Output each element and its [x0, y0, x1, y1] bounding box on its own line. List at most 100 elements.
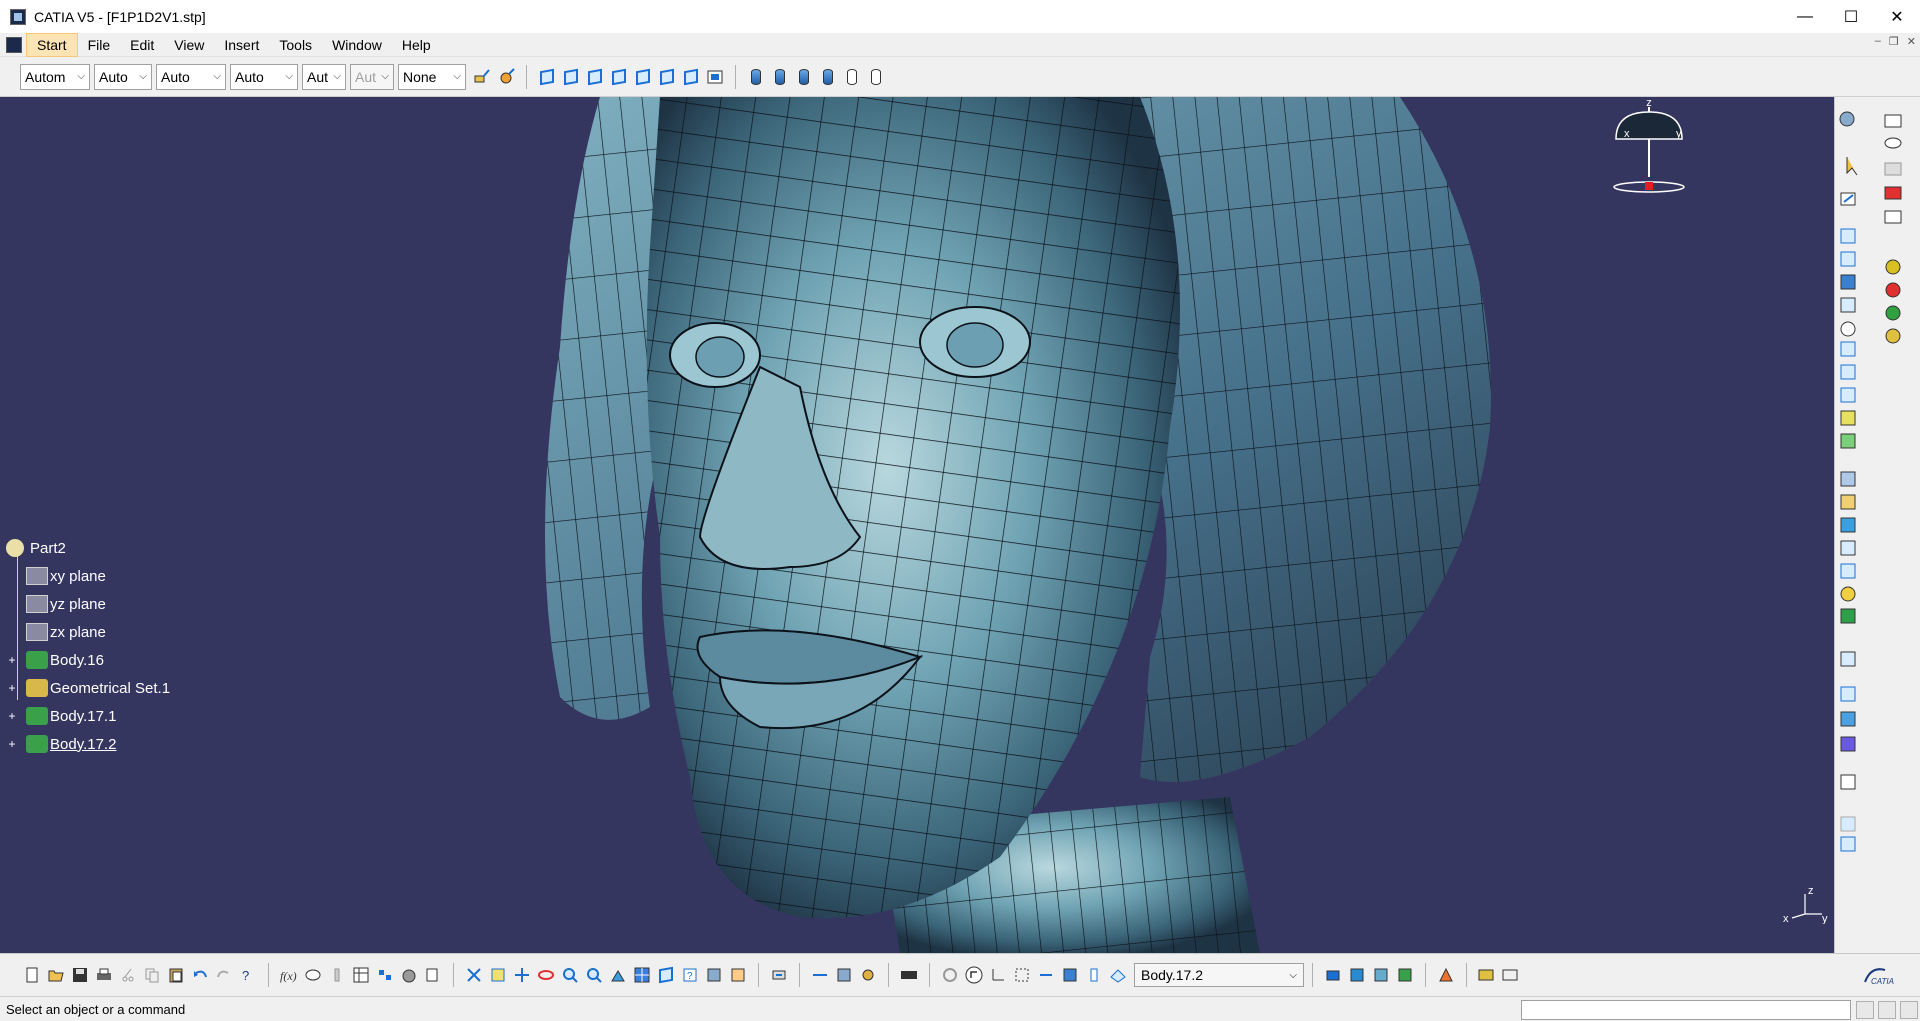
pan-icon[interactable]	[512, 965, 532, 985]
datum-icon[interactable]	[1884, 186, 1902, 200]
fly-mode-icon[interactable]	[464, 965, 484, 985]
stiffener-icon[interactable]	[1840, 387, 1856, 403]
text-with-leader-icon[interactable]	[1884, 114, 1902, 128]
thread-icon[interactable]	[1840, 586, 1856, 602]
menu-file[interactable]: File	[78, 34, 121, 56]
back-view-icon[interactable]	[585, 67, 605, 87]
view-mode-icon[interactable]: ?	[680, 965, 700, 985]
layer-combo[interactable]: None ⌵	[398, 63, 466, 90]
doc-minimize-button[interactable]: –	[1875, 35, 1881, 48]
tree-node-zx-plane[interactable]: zx plane	[6, 618, 170, 646]
measure-icon[interactable]	[1840, 836, 1856, 852]
pocket-icon[interactable]	[1840, 251, 1856, 267]
fill-color-combo[interactable]: Autom ⌵	[20, 63, 90, 90]
expand-icon[interactable]: +	[6, 710, 18, 722]
shaft-icon[interactable]	[1840, 274, 1856, 290]
cut-icon[interactable]	[118, 965, 138, 985]
close-button[interactable]: ✕	[1874, 0, 1920, 33]
apply-material-icon[interactable]	[1885, 259, 1901, 275]
analysis-icon[interactable]	[1436, 965, 1456, 985]
hole-icon[interactable]	[1840, 321, 1856, 337]
quick-view-icon[interactable]	[656, 965, 676, 985]
shell-icon[interactable]	[1840, 540, 1856, 556]
power-input-field[interactable]	[1521, 1000, 1851, 1020]
work-on-support-icon[interactable]	[1012, 965, 1032, 985]
print-icon[interactable]	[94, 965, 114, 985]
pan-hand-icon[interactable]	[964, 965, 984, 985]
scaling-icon[interactable]	[1840, 774, 1856, 790]
boolean-icon[interactable]	[1840, 816, 1856, 832]
material-yellow-icon[interactable]	[1885, 328, 1901, 344]
status-button-1[interactable]	[1856, 1001, 1874, 1019]
apply-material-bottom-icon[interactable]	[899, 965, 919, 985]
mirror-icon[interactable]	[1840, 686, 1856, 702]
measure-between-icon[interactable]	[810, 965, 830, 985]
insert-sketch-icon[interactable]	[1395, 965, 1415, 985]
workbench-icon[interactable]	[1839, 111, 1855, 127]
wireframe-icon[interactable]	[842, 67, 862, 87]
sketch-analysis-icon[interactable]	[1084, 965, 1104, 985]
constraint-icon[interactable]	[1884, 162, 1902, 176]
menu-view[interactable]: View	[164, 34, 214, 56]
compass-widget[interactable]: z x y	[1604, 97, 1694, 217]
pad-icon[interactable]	[1840, 228, 1856, 244]
design-table-icon[interactable]	[351, 965, 371, 985]
top-view-icon[interactable]	[657, 67, 677, 87]
draft-analysis-icon[interactable]	[1501, 965, 1521, 985]
menu-help[interactable]: Help	[392, 34, 441, 56]
knowledge-advisor-icon[interactable]	[303, 965, 323, 985]
menu-tools[interactable]: Tools	[269, 34, 322, 56]
left-view-icon[interactable]	[609, 67, 629, 87]
define-in-work-object-icon[interactable]	[1108, 965, 1128, 985]
shading-hidden-edges-icon[interactable]	[818, 67, 838, 87]
3d-viewport[interactable]: z x y Part2 xy plane yz plane zx plane +…	[0, 97, 1834, 953]
menu-window[interactable]: Window	[322, 34, 392, 56]
select-icon[interactable]	[1846, 157, 1858, 176]
menu-start[interactable]: Start	[26, 32, 78, 57]
chamfer-icon[interactable]	[1840, 494, 1856, 510]
groove-icon[interactable]	[1840, 297, 1856, 313]
expand-icon[interactable]: +	[6, 654, 18, 666]
bottom-view-icon[interactable]	[681, 67, 701, 87]
refresh-icon[interactable]	[940, 965, 960, 985]
multi-section-icon[interactable]	[1840, 410, 1856, 426]
tree-node-xy-plane[interactable]: xy plane	[6, 562, 170, 590]
maximize-button[interactable]: ☐	[1828, 0, 1874, 33]
transparency-combo[interactable]: Auto ⌵	[94, 63, 152, 90]
save-icon[interactable]	[70, 965, 90, 985]
transformation-icon[interactable]	[1840, 651, 1856, 667]
current-body-combo[interactable]: Body.17.2 ⌵	[1134, 963, 1304, 987]
remove-multi-section-icon[interactable]	[1840, 433, 1856, 449]
insert-body-icon[interactable]	[1323, 965, 1343, 985]
copy-icon[interactable]	[142, 965, 162, 985]
reference-icon[interactable]	[1884, 210, 1902, 224]
graphic-properties-icon[interactable]	[496, 67, 516, 87]
user-pattern-icon[interactable]	[1840, 736, 1856, 752]
zoom-out-icon[interactable]	[584, 965, 604, 985]
paste-icon[interactable]	[166, 965, 186, 985]
head-surface-model[interactable]	[0, 97, 1834, 953]
publication-icon[interactable]	[399, 965, 419, 985]
rotate-icon[interactable]	[536, 965, 556, 985]
minimize-button[interactable]: —	[1782, 0, 1828, 33]
isometric-view-icon[interactable]	[537, 67, 557, 87]
undo-icon[interactable]	[190, 965, 210, 985]
redo-icon[interactable]	[214, 965, 234, 985]
new-icon[interactable]	[22, 965, 42, 985]
edge-fillet-icon[interactable]	[1840, 471, 1856, 487]
tree-node-body-17-1[interactable]: + Body.17.1	[6, 702, 170, 730]
line-thickness-combo[interactable]: Auto ⌵	[156, 63, 226, 90]
doc-restore-button[interactable]: ❐	[1889, 35, 1899, 48]
measure-inertia-icon[interactable]	[858, 965, 878, 985]
point-symbol-combo[interactable]: Aut ⌵	[302, 63, 346, 90]
tree-node-geometrical-set-1[interactable]: + Geometrical Set.1	[6, 674, 170, 702]
update-icon[interactable]	[769, 965, 789, 985]
material-red-icon[interactable]	[1885, 282, 1901, 298]
fit-all-in-icon[interactable]	[488, 965, 508, 985]
menu-insert[interactable]: Insert	[214, 34, 269, 56]
shading-icon[interactable]	[746, 67, 766, 87]
status-button-2[interactable]	[1878, 1001, 1896, 1019]
tree-node-body-17-2[interactable]: + Body.17.2	[6, 730, 170, 758]
swap-visible-space-icon[interactable]	[728, 965, 748, 985]
expand-icon[interactable]: +	[6, 738, 18, 750]
